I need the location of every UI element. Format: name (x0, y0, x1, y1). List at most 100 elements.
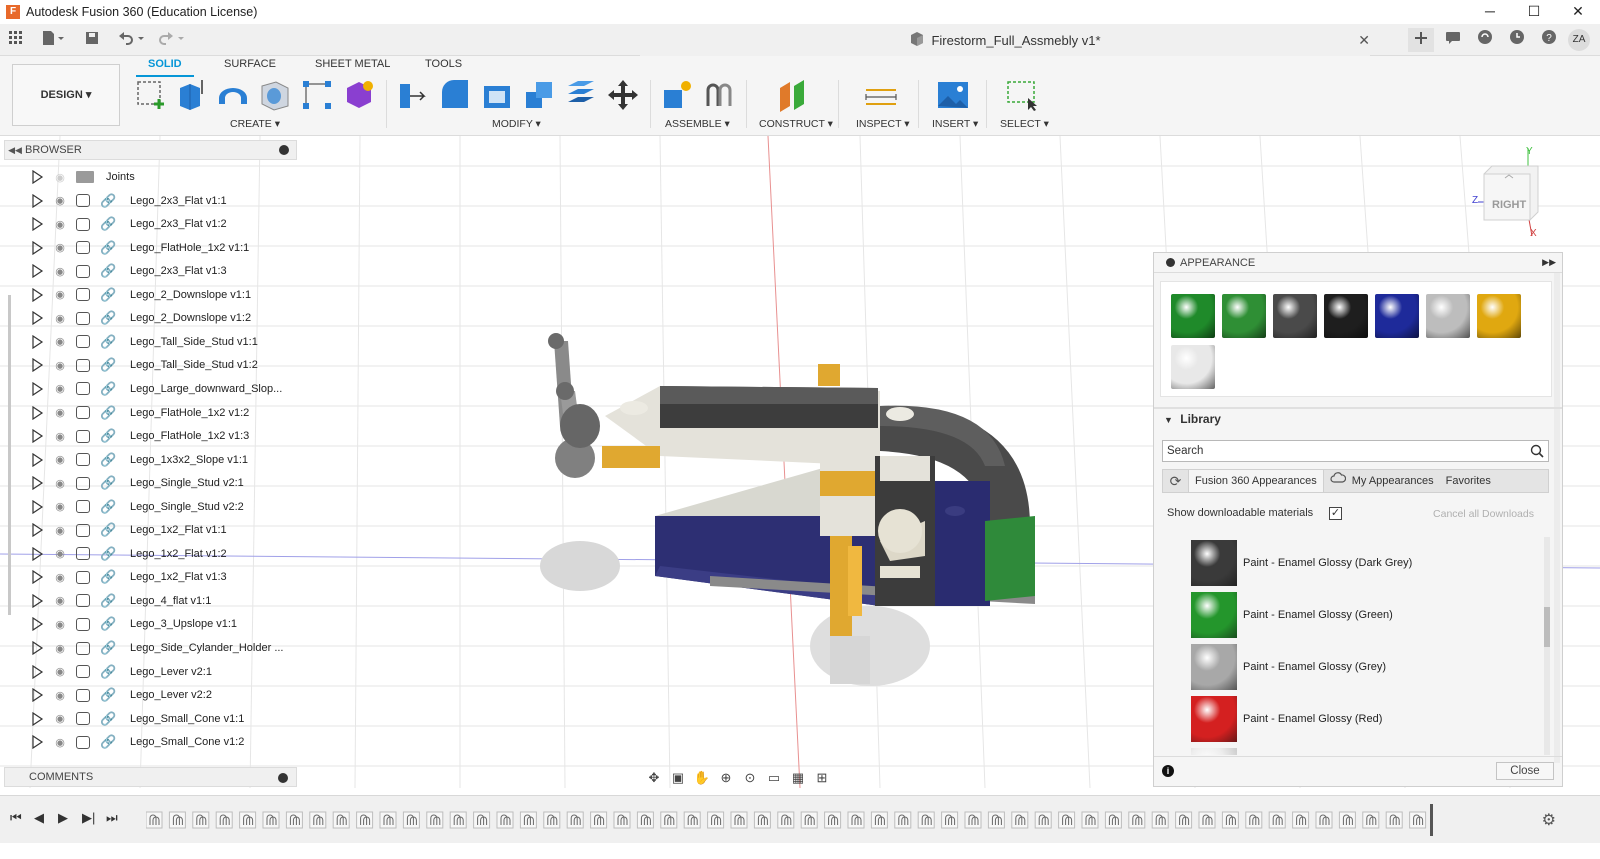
visibility-eye-icon[interactable]: ◉ (52, 194, 68, 207)
expand-triangle-icon[interactable] (30, 170, 44, 184)
timeline-joint-icon[interactable] (1058, 811, 1076, 829)
minimize-button[interactable]: ─ (1468, 0, 1512, 22)
construct-group-label[interactable]: CONSTRUCT ▾ (759, 118, 833, 130)
visibility-eye-icon[interactable]: ◉ (52, 642, 68, 655)
material-list-item[interactable]: Paint - Enamel Glossy (Grey) (1191, 641, 1546, 693)
timeline-joint-icon[interactable] (1151, 811, 1169, 829)
appearance-scrollbar[interactable] (1554, 273, 1560, 763)
expand-triangle-icon[interactable] (30, 334, 44, 349)
expand-triangle-icon[interactable] (30, 287, 44, 302)
appearance-swatch[interactable] (1426, 294, 1470, 338)
timeline-joint-icon[interactable] (215, 811, 233, 829)
tab-favorites[interactable]: Favorites (1440, 470, 1497, 492)
visibility-eye-icon[interactable]: ◉ (52, 430, 68, 443)
browser-component-row[interactable]: ◉ 🔗 Lego_Lever v2:1 (30, 661, 294, 683)
expand-triangle-icon[interactable] (30, 688, 44, 703)
visibility-eye-icon[interactable]: ◉ (52, 335, 68, 348)
select-group-label[interactable]: SELECT ▾ (1000, 118, 1049, 130)
viewports-icon[interactable]: ⊞ (812, 769, 832, 787)
modify-group-label[interactable]: MODIFY ▾ (492, 118, 541, 130)
visibility-eye-icon[interactable]: ◉ (52, 241, 68, 254)
browser-pin-icon[interactable] (279, 145, 289, 155)
pan-icon[interactable]: ✋ (692, 769, 712, 787)
visibility-eye-icon[interactable]: ◉ (52, 547, 68, 560)
close-document-icon[interactable]: ✕ (1358, 32, 1370, 49)
step-back-icon[interactable]: ◀ (34, 810, 44, 826)
timeline-joint-icon[interactable] (262, 811, 280, 829)
joint-icon[interactable] (702, 78, 736, 112)
browser-component-row[interactable]: ◉ 🔗 Lego_1x3x2_Slope v1:1 (30, 449, 294, 471)
visibility-eye-icon[interactable]: ◉ (52, 406, 68, 419)
timeline-joint-icon[interactable] (192, 811, 210, 829)
app-grid-icon[interactable] (6, 30, 26, 50)
timeline-joint-icon[interactable] (1315, 811, 1333, 829)
expand-triangle-icon[interactable] (30, 311, 44, 326)
assemble-group-label[interactable]: ASSEMBLE ▾ (665, 118, 730, 130)
redo-icon[interactable] (154, 30, 188, 50)
timeline-marker[interactable] (1430, 804, 1433, 836)
expand-triangle-icon[interactable] (30, 381, 44, 396)
appearance-swatch[interactable] (1375, 294, 1419, 338)
expand-triangle-icon[interactable] (30, 546, 44, 561)
timeline-settings-gear-icon[interactable]: ⚙ (1542, 810, 1556, 830)
timeline-joint-icon[interactable] (847, 811, 865, 829)
visibility-eye-icon[interactable]: ◉ (52, 500, 68, 513)
viewcube-face-label[interactable]: RIGHT (1492, 199, 1526, 211)
scrollbar-thumb[interactable] (1544, 607, 1550, 647)
timeline-joint-icon[interactable] (941, 811, 959, 829)
expand-triangle-icon[interactable] (30, 452, 44, 467)
timeline-joint-icon[interactable] (566, 811, 584, 829)
visibility-eye-icon[interactable]: ◉ (52, 171, 68, 184)
pattern-icon[interactable] (300, 78, 334, 112)
expand-triangle-icon[interactable] (30, 264, 44, 279)
visibility-eye-icon[interactable]: ◉ (52, 736, 68, 749)
undo-icon[interactable] (114, 30, 148, 50)
timeline-joint-icon[interactable] (285, 811, 303, 829)
expand-triangle-icon[interactable] (30, 240, 44, 255)
fit-icon[interactable]: ⊙ (740, 769, 760, 787)
select-icon[interactable] (1006, 78, 1040, 112)
tab-my-appearances[interactable]: My Appearances (1346, 470, 1440, 492)
timeline-joint-icon[interactable] (332, 811, 350, 829)
expand-arrows-icon[interactable]: ▶▶ (1542, 257, 1556, 268)
tab-sheet-metal[interactable]: SHEET METAL (315, 58, 390, 74)
notifications-icon[interactable] (1440, 28, 1466, 52)
expand-triangle-icon[interactable] (30, 617, 44, 632)
material-list-scrollbar[interactable] (1544, 537, 1550, 755)
browser-component-row[interactable]: ◉ 🔗 Lego_2_Downslope v1:1 (30, 284, 294, 306)
timeline-joint-icon[interactable] (496, 811, 514, 829)
collapse-dot-icon[interactable] (1166, 258, 1175, 267)
visibility-eye-icon[interactable]: ◉ (52, 689, 68, 702)
expand-triangle-icon[interactable] (30, 476, 44, 491)
insert-image-icon[interactable] (936, 78, 970, 112)
comments-add-icon[interactable] (278, 773, 288, 783)
timeline-joint-icon[interactable] (1175, 811, 1193, 829)
visibility-eye-icon[interactable]: ◉ (52, 571, 68, 584)
material-list-item[interactable]: Paint - Enamel Glossy (Dark Grey) (1191, 537, 1546, 589)
timeline-joint-icon[interactable] (1104, 811, 1122, 829)
extrude-icon[interactable] (174, 78, 208, 112)
new-component-icon[interactable] (660, 78, 694, 112)
fillet-icon[interactable] (438, 78, 472, 112)
appearance-swatch[interactable] (1273, 294, 1317, 338)
timeline-joint-icon[interactable] (1034, 811, 1052, 829)
browser-component-row[interactable]: ◉ 🔗 Lego_3_Upslope v1:1 (30, 613, 294, 635)
visibility-eye-icon[interactable]: ◉ (52, 712, 68, 725)
material-list-item-partial[interactable] (1191, 745, 1546, 755)
timeline-joint-icon[interactable] (1268, 811, 1286, 829)
timeline-joint-icon[interactable] (660, 811, 678, 829)
browser-component-row[interactable]: ◉ 🔗 Lego_Large_downward_Slop... (30, 378, 294, 400)
appearance-swatch[interactable] (1324, 294, 1368, 338)
visibility-eye-icon[interactable]: ◉ (52, 618, 68, 631)
browser-component-row[interactable]: ◉ 🔗 Lego_Single_Stud v2:1 (30, 472, 294, 494)
show-downloadable-checkbox[interactable]: ✓ (1329, 507, 1342, 520)
timeline-joint-icon[interactable] (1362, 811, 1380, 829)
create-group-label[interactable]: CREATE ▾ (230, 118, 280, 130)
search-icon[interactable] (1530, 444, 1544, 458)
visibility-eye-icon[interactable]: ◉ (52, 359, 68, 372)
timeline-joint-icon[interactable] (1128, 811, 1146, 829)
file-menu-icon[interactable] (38, 30, 68, 50)
visibility-eye-icon[interactable]: ◉ (52, 477, 68, 490)
browser-folder-joints[interactable]: ◉ Joints (30, 166, 294, 188)
library-section-header[interactable]: ▼ Library (1154, 407, 1562, 427)
